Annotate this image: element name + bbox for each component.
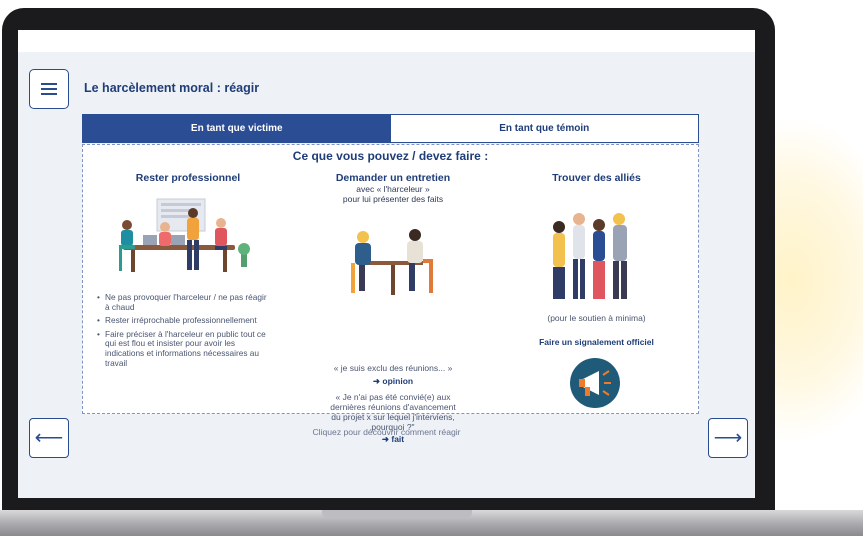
col2-sub2: pour lui présenter des faits <box>342 194 444 204</box>
col2-quote2-line2: dernières réunions d'avancement <box>330 402 456 412</box>
list-item: Faire préciser à l'harceleur en public t… <box>97 329 272 368</box>
col3-title: Trouver des alliés <box>552 172 641 184</box>
menu-icon <box>41 83 57 95</box>
col2-sub1: avec « l'harceleur » <box>356 184 430 194</box>
col2-title: Demander un entretien <box>335 172 451 184</box>
col2-quote2-line3: du projet x sur lequel j'interviens, <box>331 412 455 422</box>
column-trouver-allies: Trouver des alliés <box>493 172 700 184</box>
screen: Le harcèlement moral : réagir En tant qu… <box>18 52 755 498</box>
footer-caption: Cliquez pour découvrir comment réagir <box>312 427 461 437</box>
tab-bar: En tant que victime En tant que témoin <box>82 114 699 143</box>
list-item: Ne pas provoquer l'harceleur / ne pas ré… <box>97 292 272 312</box>
previous-button[interactable]: ⟵ <box>29 418 69 458</box>
column-demander-entretien: Demander un entretien avec « l'harceleur… <box>293 172 493 204</box>
col3-strong: Faire un signalement officiel <box>539 337 654 347</box>
next-button[interactable]: ⟶ <box>708 418 748 458</box>
panel-heading: Ce que vous pouvez / devez faire : <box>292 149 489 163</box>
arrow-right-icon: ⟶ <box>713 427 743 449</box>
meeting-illustration <box>119 198 250 272</box>
col2-arrow1: ➜ opinion <box>372 376 414 386</box>
tab-temoin[interactable]: En tant que témoin <box>390 115 698 142</box>
column-rester-professionnel: Rester professionnel <box>83 172 293 184</box>
tab-victime[interactable]: En tant que victime <box>83 115 391 142</box>
col1-title: Rester professionnel <box>135 172 241 184</box>
page-title: Le harcèlement moral : réagir <box>84 81 260 95</box>
col2-quote2-line1: « Je n'ai pas été convié(e) aux <box>335 392 451 402</box>
laptop-notch <box>322 510 472 518</box>
col3-notes: (pour le soutien à minima) Faire un sign… <box>493 313 700 347</box>
allies-illustration <box>553 213 627 299</box>
col3-note: (pour le soutien à minima) <box>547 313 646 323</box>
interview-illustration <box>351 229 433 295</box>
list-item: Rester irréprochable professionnellement <box>97 316 272 326</box>
content-panel: Ce que vous pouvez / devez faire : Reste… <box>82 144 700 444</box>
col1-bullet-list: Ne pas provoquer l'harceleur / ne pas ré… <box>97 292 272 372</box>
screen-top-strip <box>18 30 755 52</box>
menu-button[interactable] <box>29 69 69 109</box>
col2-quote1: « je suis exclu des réunions... » <box>333 363 453 373</box>
megaphone-icon <box>570 358 620 408</box>
